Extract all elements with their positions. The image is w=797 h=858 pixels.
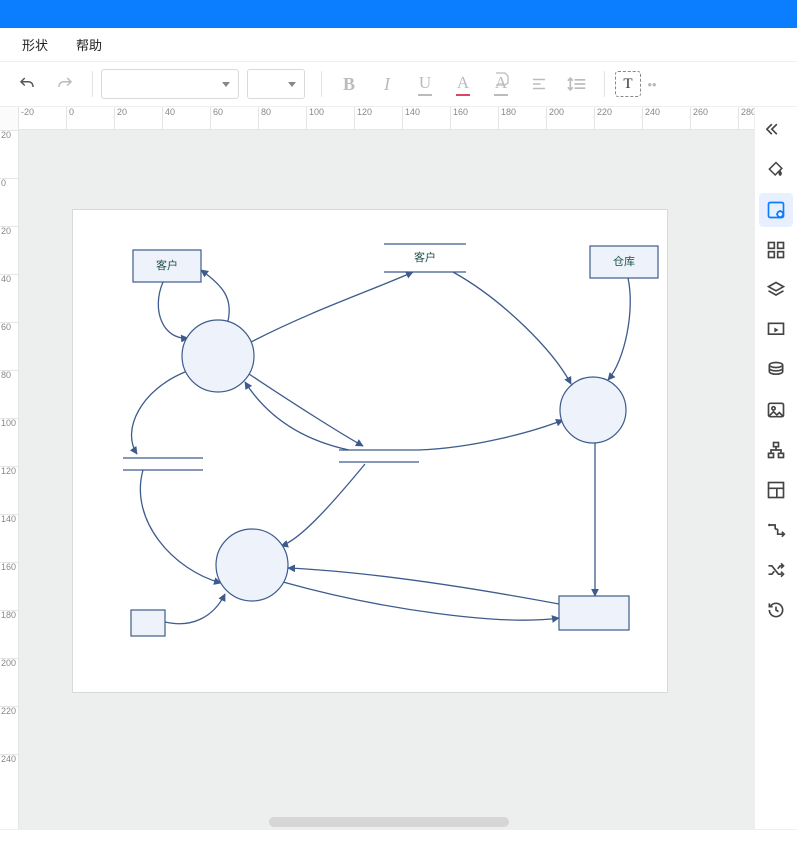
layers-icon: [766, 280, 786, 300]
toolbar-separator: [321, 71, 322, 97]
side-components-button[interactable]: [759, 233, 793, 267]
font-size-select[interactable]: [247, 69, 305, 99]
node-proc2[interactable]: [560, 377, 626, 443]
paint-bucket-icon: [766, 160, 786, 180]
edge-sink2-proc3[interactable]: [288, 568, 559, 604]
edge-ds2-proc2[interactable]: [419, 420, 563, 450]
side-connector-button[interactable]: [759, 513, 793, 547]
node-sink2[interactable]: [559, 596, 629, 630]
status-bar: [0, 829, 797, 858]
node-proc3[interactable]: [216, 529, 288, 601]
side-expand-button[interactable]: [759, 113, 793, 147]
node-sink1[interactable]: [131, 610, 165, 636]
object-settings-icon: [766, 200, 786, 220]
text-box-button[interactable]: T: [615, 71, 641, 97]
chevron-down-icon: [222, 82, 230, 87]
chevron-down-icon: [288, 82, 296, 87]
side-settings-button[interactable]: [759, 193, 793, 227]
canvas[interactable]: 客户客户仓库: [19, 130, 754, 829]
menu-bar: 形状 帮助: [0, 28, 797, 61]
font-color-button[interactable]: A: [446, 67, 480, 101]
horizontal-ruler: -200204060801001201401601802002202402602…: [18, 107, 754, 130]
edge-sink1-proc3[interactable]: [165, 594, 225, 624]
toolbar-separator: [604, 71, 605, 97]
node-warehouse-label: 仓库: [613, 254, 635, 268]
edge-customer1-proc1[interactable]: [158, 282, 188, 338]
presentation-icon: [766, 320, 786, 340]
font-family-select[interactable]: [101, 69, 239, 99]
node-customer1-label: 客户: [156, 258, 178, 272]
more-button[interactable]: ••: [645, 67, 659, 101]
sitemap-icon: [766, 440, 786, 460]
side-sitemap-button[interactable]: [759, 433, 793, 467]
line-spacing-button[interactable]: [560, 67, 594, 101]
undo-button[interactable]: [10, 67, 44, 101]
components-icon: [766, 240, 786, 260]
bold-button[interactable]: B: [332, 67, 366, 101]
shuffle-icon: [766, 560, 786, 580]
edge-proc1-ds1[interactable]: [132, 372, 185, 454]
side-layout-button[interactable]: [759, 473, 793, 507]
edge-ds2-proc3[interactable]: [281, 464, 365, 546]
history-icon: [766, 600, 786, 620]
side-image-button[interactable]: [759, 393, 793, 427]
connector-icon: [766, 520, 786, 540]
side-fill-button[interactable]: [759, 153, 793, 187]
node-customer2-label: 客户: [414, 250, 436, 264]
toolbar-separator: [92, 71, 93, 97]
database-icon: [766, 360, 786, 380]
image-icon: [766, 400, 786, 420]
toolbar: B I U A A T ••: [0, 61, 797, 107]
vertical-ruler: 20020406080100120140160180200220240: [0, 130, 19, 829]
edge-proc1-customer2[interactable]: [251, 272, 413, 342]
side-history-button[interactable]: [759, 593, 793, 627]
side-data-button[interactable]: [759, 353, 793, 387]
side-presentation-button[interactable]: [759, 313, 793, 347]
workspace: -200204060801001201401601802002202402602…: [0, 107, 797, 829]
side-shuffle-button[interactable]: [759, 553, 793, 587]
side-panel: [754, 107, 797, 829]
side-layers-button[interactable]: [759, 273, 793, 307]
app-header-bar: [0, 0, 797, 28]
edge-proc1-customer1[interactable]: [201, 270, 229, 321]
expand-icon: [766, 120, 786, 140]
edge-ds1-proc3[interactable]: [140, 470, 221, 583]
node-proc1[interactable]: [182, 320, 254, 392]
edge-ds2-proc1[interactable]: [245, 382, 349, 450]
align-button[interactable]: [522, 67, 556, 101]
edge-customer2-proc2[interactable]: [453, 272, 571, 384]
horizontal-scrollbar[interactable]: [269, 817, 509, 827]
edge-warehouse-proc2[interactable]: [608, 278, 630, 380]
redo-button[interactable]: [48, 67, 82, 101]
italic-button[interactable]: I: [370, 67, 404, 101]
layout-icon: [766, 480, 786, 500]
menu-help[interactable]: 帮助: [62, 31, 116, 58]
diagram-page[interactable]: 客户客户仓库: [73, 210, 667, 692]
edge-proc3-sink2[interactable]: [283, 582, 559, 620]
highlight-button[interactable]: A: [484, 67, 518, 101]
menu-shape[interactable]: 形状: [8, 31, 62, 58]
underline-button[interactable]: U: [408, 67, 442, 101]
